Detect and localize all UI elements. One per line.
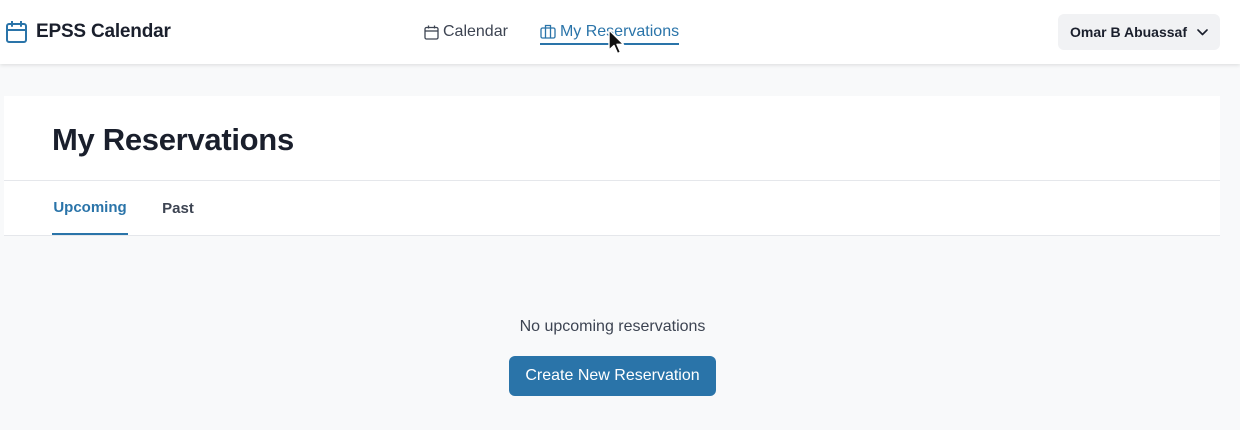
user-name: Omar B Abuassaf — [1070, 24, 1187, 40]
page-header-card: My Reservations Upcoming Past — [4, 96, 1220, 236]
briefcase-icon — [540, 24, 556, 39]
nav-link-calendar[interactable]: Calendar — [424, 20, 508, 44]
tab-past[interactable]: Past — [160, 181, 196, 235]
empty-state-message: No upcoming reservations — [519, 318, 706, 335]
page-title: My Reservations — [52, 122, 294, 157]
nav-link-calendar-label: Calendar — [443, 23, 508, 40]
mouse-cursor-icon — [608, 29, 626, 60]
tab-bar: Upcoming Past — [4, 180, 1220, 236]
create-reservation-button[interactable]: Create New Reservation — [509, 356, 716, 396]
calendar-icon — [424, 25, 439, 40]
brand-title: EPSS Calendar — [36, 21, 171, 42]
brand[interactable]: EPSS Calendar — [6, 20, 171, 44]
main-nav: Calendar My Reservations — [424, 20, 680, 45]
user-menu-button[interactable]: Omar B Abuassaf — [1058, 14, 1220, 50]
calendar-icon — [6, 21, 27, 43]
chevron-down-icon — [1197, 28, 1208, 36]
tab-upcoming[interactable]: Upcoming — [52, 181, 128, 235]
